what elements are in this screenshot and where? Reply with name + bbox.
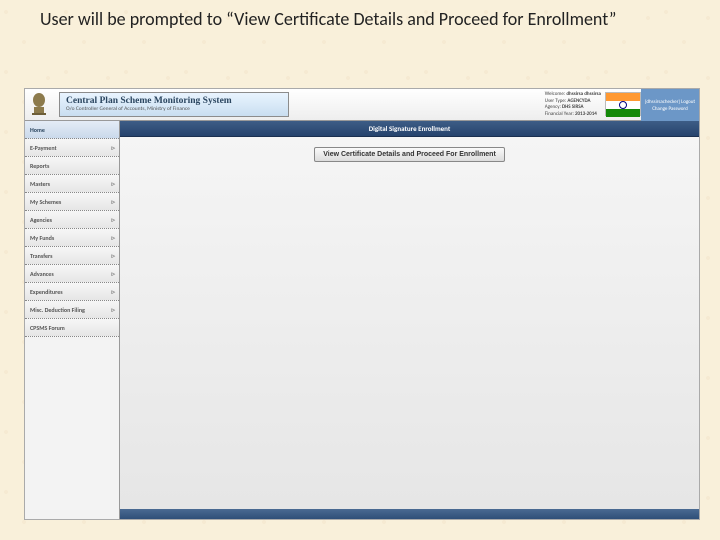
chevron-right-icon: ▹ xyxy=(111,143,115,152)
app-title-box: Central Plan Scheme Monitoring System O/… xyxy=(59,92,289,117)
sidebar-item-cpsmsforum[interactable]: CPSMS Forum xyxy=(25,319,119,337)
chevron-right-icon: ▹ xyxy=(111,215,115,224)
sidebar-item-miscdeduction[interactable]: Misc. Deduction Filing▹ xyxy=(25,301,119,319)
sidebar-item-advances[interactable]: Advances▹ xyxy=(25,265,119,283)
chevron-right-icon: ▹ xyxy=(111,233,115,242)
flag-icon xyxy=(605,92,641,116)
sidebar-item-agencies[interactable]: Agencies▹ xyxy=(25,211,119,229)
header-corner: [dhssirsachecker] Logout Change Password xyxy=(641,89,699,121)
sidebar-item-myfunds[interactable]: My Funds▹ xyxy=(25,229,119,247)
content-area: Digital Signature Enrollment View Certif… xyxy=(120,121,699,519)
chevron-right-icon: ▹ xyxy=(111,305,115,314)
chevron-right-icon: ▹ xyxy=(111,179,115,188)
chevron-right-icon: ▹ xyxy=(111,269,115,278)
layout: Home E-Payment▹ Reports Masters▹ My Sche… xyxy=(25,121,699,519)
sidebar-item-home[interactable]: Home xyxy=(25,121,119,139)
app-window: Central Plan Scheme Monitoring System O/… xyxy=(24,88,700,520)
sidebar-item-epayment[interactable]: E-Payment▹ xyxy=(25,139,119,157)
chevron-right-icon: ▹ xyxy=(111,251,115,260)
center-area: View Certificate Details and Proceed For… xyxy=(120,137,699,509)
chevron-right-icon: ▹ xyxy=(111,287,115,296)
chevron-right-icon: ▹ xyxy=(111,197,115,206)
app-header: Central Plan Scheme Monitoring System O/… xyxy=(25,89,699,121)
header-userinfo: Welcome: dhssirsa dhssirsa User Type: AG… xyxy=(545,91,601,117)
sidebar-item-transfers[interactable]: Transfers▹ xyxy=(25,247,119,265)
instruction-text: User will be prompted to “View Certifica… xyxy=(40,8,680,31)
sidebar-item-expenditures[interactable]: Expenditures▹ xyxy=(25,283,119,301)
logout-link[interactable]: Logout xyxy=(681,99,695,105)
page-heading: Digital Signature Enrollment xyxy=(120,121,699,137)
sidebar-item-reports[interactable]: Reports xyxy=(25,157,119,175)
change-password-link[interactable]: Change Password xyxy=(652,106,687,112)
app-subtitle: O/o Controller General of Accounts, Mini… xyxy=(66,107,282,113)
view-certificate-button[interactable]: View Certificate Details and Proceed For… xyxy=(314,147,505,162)
emblem-icon xyxy=(25,89,53,120)
app-title: Central Plan Scheme Monitoring System xyxy=(66,97,282,107)
sidebar-item-masters[interactable]: Masters▹ xyxy=(25,175,119,193)
footer-bar xyxy=(120,509,699,519)
corner-user: [dhssirsachecker] xyxy=(645,99,680,105)
sidebar: Home E-Payment▹ Reports Masters▹ My Sche… xyxy=(25,121,120,519)
sidebar-item-myschemes[interactable]: My Schemes▹ xyxy=(25,193,119,211)
